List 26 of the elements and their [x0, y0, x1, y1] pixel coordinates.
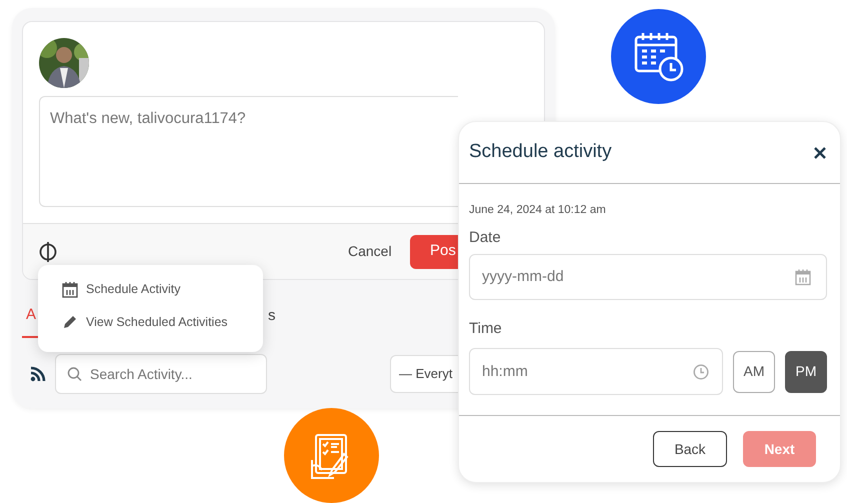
date-field[interactable]: yyyy-mm-dd: [469, 254, 827, 300]
clock-icon: [693, 364, 709, 380]
search-field[interactable]: Search Activity...: [55, 354, 267, 394]
close-icon: [814, 147, 826, 160]
back-button[interactable]: Back: [653, 431, 727, 468]
meridiem-toggle[interactable]: PM: [785, 350, 827, 393]
timestamp: June 24, 2024 at 10:12 am: [469, 203, 607, 218]
cancel-button[interactable]: Cancel: [348, 241, 392, 262]
calendar-icon: [62, 280, 78, 298]
time-label: Time: [469, 318, 503, 339]
tab[interactable]: s: [268, 296, 276, 338]
pencil-icon: [62, 314, 78, 330]
menu-item[interactable]: Schedule Activity: [38, 273, 263, 306]
post-button[interactable]: Pos: [410, 234, 458, 268]
filter-value: — Everyt: [399, 365, 452, 384]
date-label: Date: [469, 228, 502, 248]
meridiem-toggle[interactable]: AM: [733, 350, 775, 393]
calendar-clock-icon: [632, 30, 684, 82]
calendar-icon: [795, 268, 811, 286]
time-field[interactable]: hh:mm: [469, 348, 723, 396]
rss-icon[interactable]: [30, 366, 46, 382]
menu-item[interactable]: View Scheduled Activities: [38, 306, 263, 338]
compass-icon[interactable]: [39, 240, 57, 262]
dialog-title: Schedule activity: [469, 140, 612, 164]
search-icon: [67, 366, 82, 382]
post-input[interactable]: What's new, talivocura1174?: [39, 96, 458, 207]
